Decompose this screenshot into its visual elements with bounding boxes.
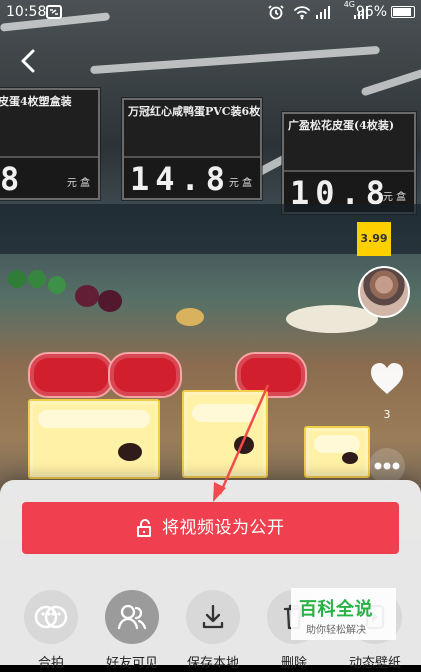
download-icon xyxy=(186,590,240,644)
egg-basket xyxy=(108,352,182,398)
delete-label: 删除 xyxy=(280,656,307,671)
produce-dot xyxy=(48,276,66,294)
make-public-label: 将视频设为公开 xyxy=(162,518,285,538)
egg-box xyxy=(28,399,160,479)
make-public-button[interactable]: 将视频设为公开 xyxy=(22,502,399,554)
price-sign: 万冠红心咸鸭蛋PVC装6枚 14.8 元 盒 xyxy=(122,98,262,200)
price-sign: 皮蛋4枚塑盒装 8 元 盒 xyxy=(0,88,100,200)
price-sign-title: 万冠红心咸鸭蛋PVC装6枚 xyxy=(128,105,260,118)
egg-row xyxy=(314,435,360,453)
preserved-egg xyxy=(342,452,358,464)
egg-box xyxy=(304,426,370,478)
watermark-subtitle: 助你轻松解决 xyxy=(306,625,366,636)
price-sign-value: 14.8 xyxy=(124,156,260,198)
produce-dot xyxy=(75,285,99,307)
small-price-label: 3.99 xyxy=(357,222,391,256)
save-local-label: 保存本地 xyxy=(186,656,239,671)
egg-box xyxy=(182,390,268,478)
price-sign-unit: 元 盒 xyxy=(382,192,406,203)
live-wallpaper-label: 动态壁纸 xyxy=(348,656,401,671)
duet-icon xyxy=(24,590,78,644)
produce-dot xyxy=(176,308,204,326)
egg-row xyxy=(192,404,258,422)
price-sign-unit: 元 盒 xyxy=(66,178,90,189)
egg-basket xyxy=(28,352,114,398)
friends-visible-action[interactable]: 好友可见 xyxy=(100,590,164,671)
back-button[interactable] xyxy=(14,46,44,76)
like-button[interactable]: 3 xyxy=(366,360,408,424)
signal-icon xyxy=(316,6,330,19)
preserved-egg xyxy=(118,443,142,461)
price-sign-unit: 元 盒 xyxy=(228,178,252,189)
wifi-icon xyxy=(294,6,310,20)
preserved-egg xyxy=(234,436,254,454)
battery-level xyxy=(393,8,412,16)
avatar[interactable] xyxy=(358,266,410,318)
ceiling-light xyxy=(360,67,421,97)
battery-icon xyxy=(391,6,415,18)
battery-percent: 96% xyxy=(355,4,387,20)
screen-cast-icon xyxy=(46,5,62,19)
produce-dot xyxy=(28,270,46,288)
produce-dot xyxy=(8,270,26,288)
watermark-title: 百科全说 xyxy=(299,599,373,620)
status-bar: 10:58 4G 96% xyxy=(0,0,421,24)
price-sign-title: 广盈松花皮蛋(4枚装) xyxy=(288,119,395,132)
alarm-icon xyxy=(268,5,284,20)
duet-label: 合拍 xyxy=(37,656,64,671)
price-sign-value: 8 xyxy=(0,156,98,198)
friends-icon xyxy=(105,590,159,644)
baike-watermark: 百科全说 助你轻松解决 xyxy=(291,588,396,640)
lock-icon xyxy=(137,519,151,537)
like-count: 3 xyxy=(383,408,391,421)
save-local-action[interactable]: 保存本地 xyxy=(181,590,245,671)
price-sign: 广盈松花皮蛋(4枚装) 10.8 元 盒 xyxy=(282,112,416,214)
status-time: 10:58 xyxy=(6,4,47,20)
price-sign-title: 皮蛋4枚塑盒装 xyxy=(0,95,72,108)
egg-row xyxy=(38,410,150,428)
duet-action[interactable]: 合拍 xyxy=(19,590,83,671)
produce-dot xyxy=(98,290,122,312)
friends-visible-label: 好友可见 xyxy=(105,656,158,671)
ceiling-light xyxy=(90,45,380,75)
heart-icon xyxy=(371,363,403,394)
